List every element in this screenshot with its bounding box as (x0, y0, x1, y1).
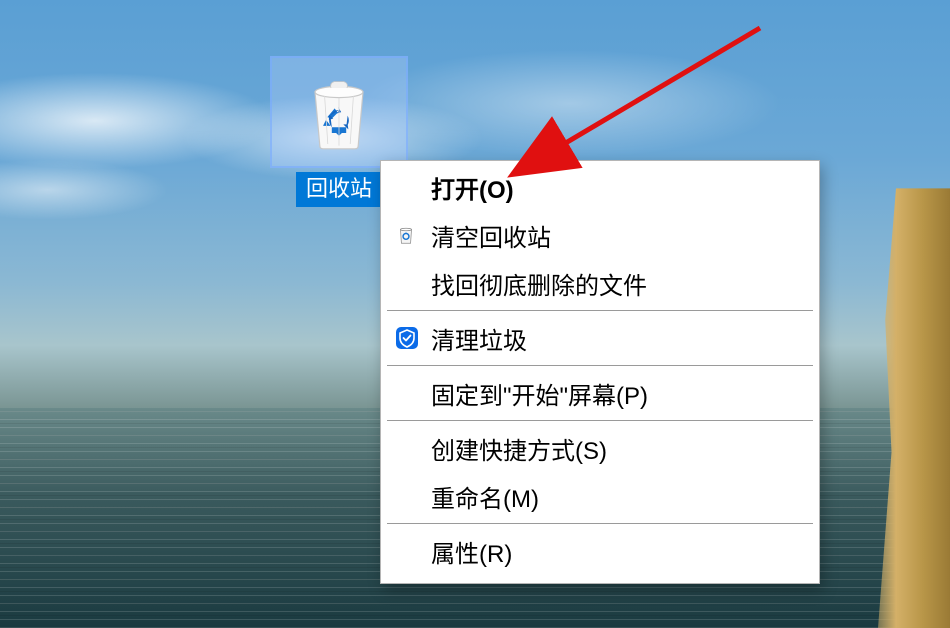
menu-separator (387, 310, 813, 311)
menu-label: 重命名(M) (431, 479, 539, 514)
spacer (395, 175, 431, 199)
menu-item-properties[interactable]: 属性(R) (381, 527, 819, 575)
desktop-icon-label: 回收站 (296, 172, 382, 207)
icon-selection-box (270, 56, 408, 168)
menu-item-clean-junk[interactable]: 清理垃圾 (381, 314, 819, 362)
spacer (395, 381, 431, 405)
menu-label: 清理垃圾 (431, 321, 527, 356)
menu-label: 固定到"开始"屏幕(P) (431, 376, 648, 411)
menu-separator (387, 365, 813, 366)
menu-label: 清空回收站 (431, 218, 551, 253)
menu-label: 创建快捷方式(S) (431, 431, 607, 466)
spacer (395, 271, 431, 295)
menu-separator (387, 420, 813, 421)
spacer (395, 539, 431, 563)
menu-item-rename[interactable]: 重命名(M) (381, 472, 819, 520)
menu-item-recover-files[interactable]: 找回彻底删除的文件 (381, 259, 819, 307)
menu-item-empty-recycle-bin[interactable]: 清空回收站 (381, 211, 819, 259)
spacer (395, 436, 431, 460)
tencent-shield-icon (395, 326, 431, 350)
context-menu: 打开(O) 清空回收站 找回彻底删除的文件 清理垃圾 (380, 160, 820, 584)
menu-item-open[interactable]: 打开(O) (381, 163, 819, 211)
menu-label: 属性(R) (431, 534, 512, 569)
spacer (395, 484, 431, 508)
menu-item-create-shortcut[interactable]: 创建快捷方式(S) (381, 424, 819, 472)
menu-label: 打开(O) (431, 170, 514, 205)
recycle-bin-icon (299, 72, 379, 152)
menu-label: 找回彻底删除的文件 (431, 266, 647, 301)
menu-item-pin-to-start[interactable]: 固定到"开始"屏幕(P) (381, 369, 819, 417)
small-recycle-bin-icon (395, 223, 431, 247)
menu-separator (387, 523, 813, 524)
